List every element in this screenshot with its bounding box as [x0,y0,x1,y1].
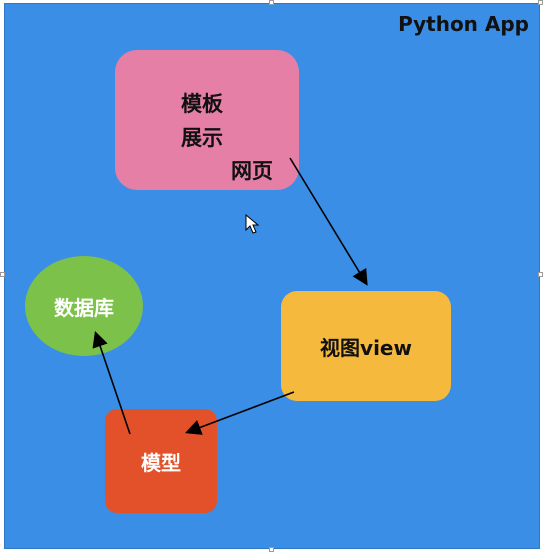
view-node: 视图view [281,291,451,401]
template-node-line3: 网页 [231,159,273,183]
template-node-line1: 模板 [181,92,223,116]
diagram-area: Python App 模板 展示 网页 视图view 数据库 模型 [4,3,540,549]
resize-handle-left[interactable] [0,272,5,277]
template-node: 模板 展示 网页 [115,50,299,190]
resize-handle-bottom[interactable] [269,547,274,552]
view-node-label: 视图view [320,335,412,360]
database-node-label: 数据库 [54,295,114,320]
resize-handle-top[interactable] [269,0,274,5]
database-node: 数据库 [25,256,143,356]
model-node: 模型 [105,409,217,513]
resize-handle-top-right[interactable] [538,0,543,5]
resize-handle-right[interactable] [538,272,543,277]
screenshot-canvas: Python App 模板 展示 网页 视图view 数据库 模型 [0,0,543,552]
app-title: Python App [398,12,529,36]
template-node-line2: 展示 [181,126,223,150]
model-node-label: 模型 [141,450,181,475]
